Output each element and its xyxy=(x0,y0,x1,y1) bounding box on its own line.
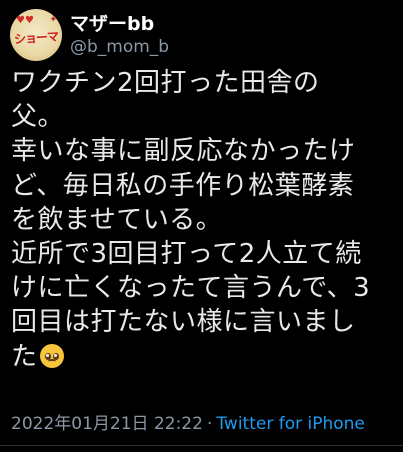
tweet-text-line: 近所で3回目打って2人立て続 xyxy=(11,239,362,270)
tweet-timestamp[interactable]: 2022年01月21日 22:22 xyxy=(11,414,203,434)
author-names: マザーbb @b_mom_b xyxy=(70,12,169,58)
tweet-text-line: た xyxy=(11,341,38,372)
tweet-text-line: を飲ませている。 xyxy=(11,204,223,235)
tweet-text-line: 父。 xyxy=(11,102,65,133)
tweet-source-link[interactable]: Twitter for iPhone xyxy=(216,414,365,434)
heart-icon: ♥♥ xyxy=(16,15,34,26)
tweet-text-line: 幸いな事に副反応なかったけ xyxy=(11,136,356,167)
divider xyxy=(0,445,403,446)
pleading-face-icon xyxy=(39,343,64,368)
tweet-text: ワクチン2回打った田舎の 父。 幸いな事に副反応なかったけ ど、毎日私の手作り松… xyxy=(11,66,397,374)
avatar[interactable]: ♥♥ ✦ ショーマ xyxy=(10,9,62,61)
tweet-card: ♥♥ ✦ ショーマ マザーbb @b_mom_b ワクチン2回打った田舎の 父。… xyxy=(0,0,403,452)
author-handle[interactable]: @b_mom_b xyxy=(70,36,169,58)
tweet-text-last-line: た xyxy=(11,340,397,374)
avatar-logo-text: ショーマ xyxy=(13,29,59,47)
author-display-name[interactable]: マザーbb xyxy=(70,12,169,36)
tweet-text-line: ワクチン2回打った田舎の xyxy=(11,68,320,98)
tweet-text-line: けに亡くなったて言うんで、3 xyxy=(11,273,371,304)
meta-separator: · xyxy=(206,414,213,434)
tweet-text-line: ど、毎日私の手作り松葉酵素 xyxy=(11,170,355,201)
tweet-meta: 2022年01月21日 22:22 · Twitter for iPhone xyxy=(11,413,365,435)
sparkle-icon: ✦ xyxy=(49,15,57,25)
tweet-text-line: 回目は打たない様に言いまし xyxy=(11,307,356,338)
tweet-header: ♥♥ ✦ ショーマ マザーbb @b_mom_b xyxy=(10,8,169,62)
